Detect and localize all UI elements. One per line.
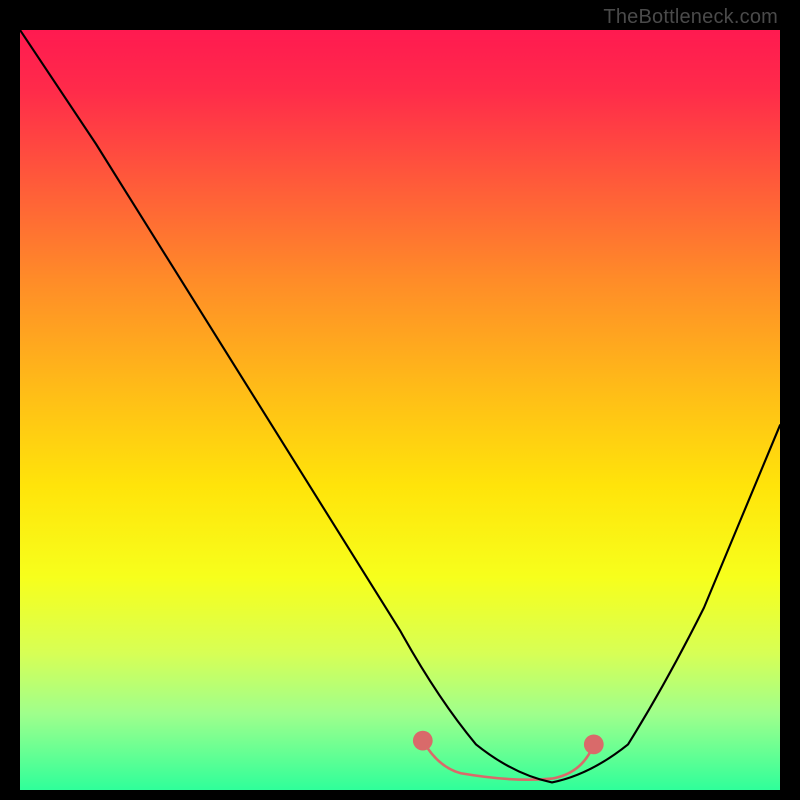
basin-highlight — [413, 731, 604, 780]
credit-text: TheBottleneck.com — [603, 6, 778, 29]
chart-frame — [20, 30, 780, 790]
bottleneck-curve — [20, 30, 780, 782]
plot-area — [20, 30, 780, 790]
curve-svg — [20, 30, 780, 790]
